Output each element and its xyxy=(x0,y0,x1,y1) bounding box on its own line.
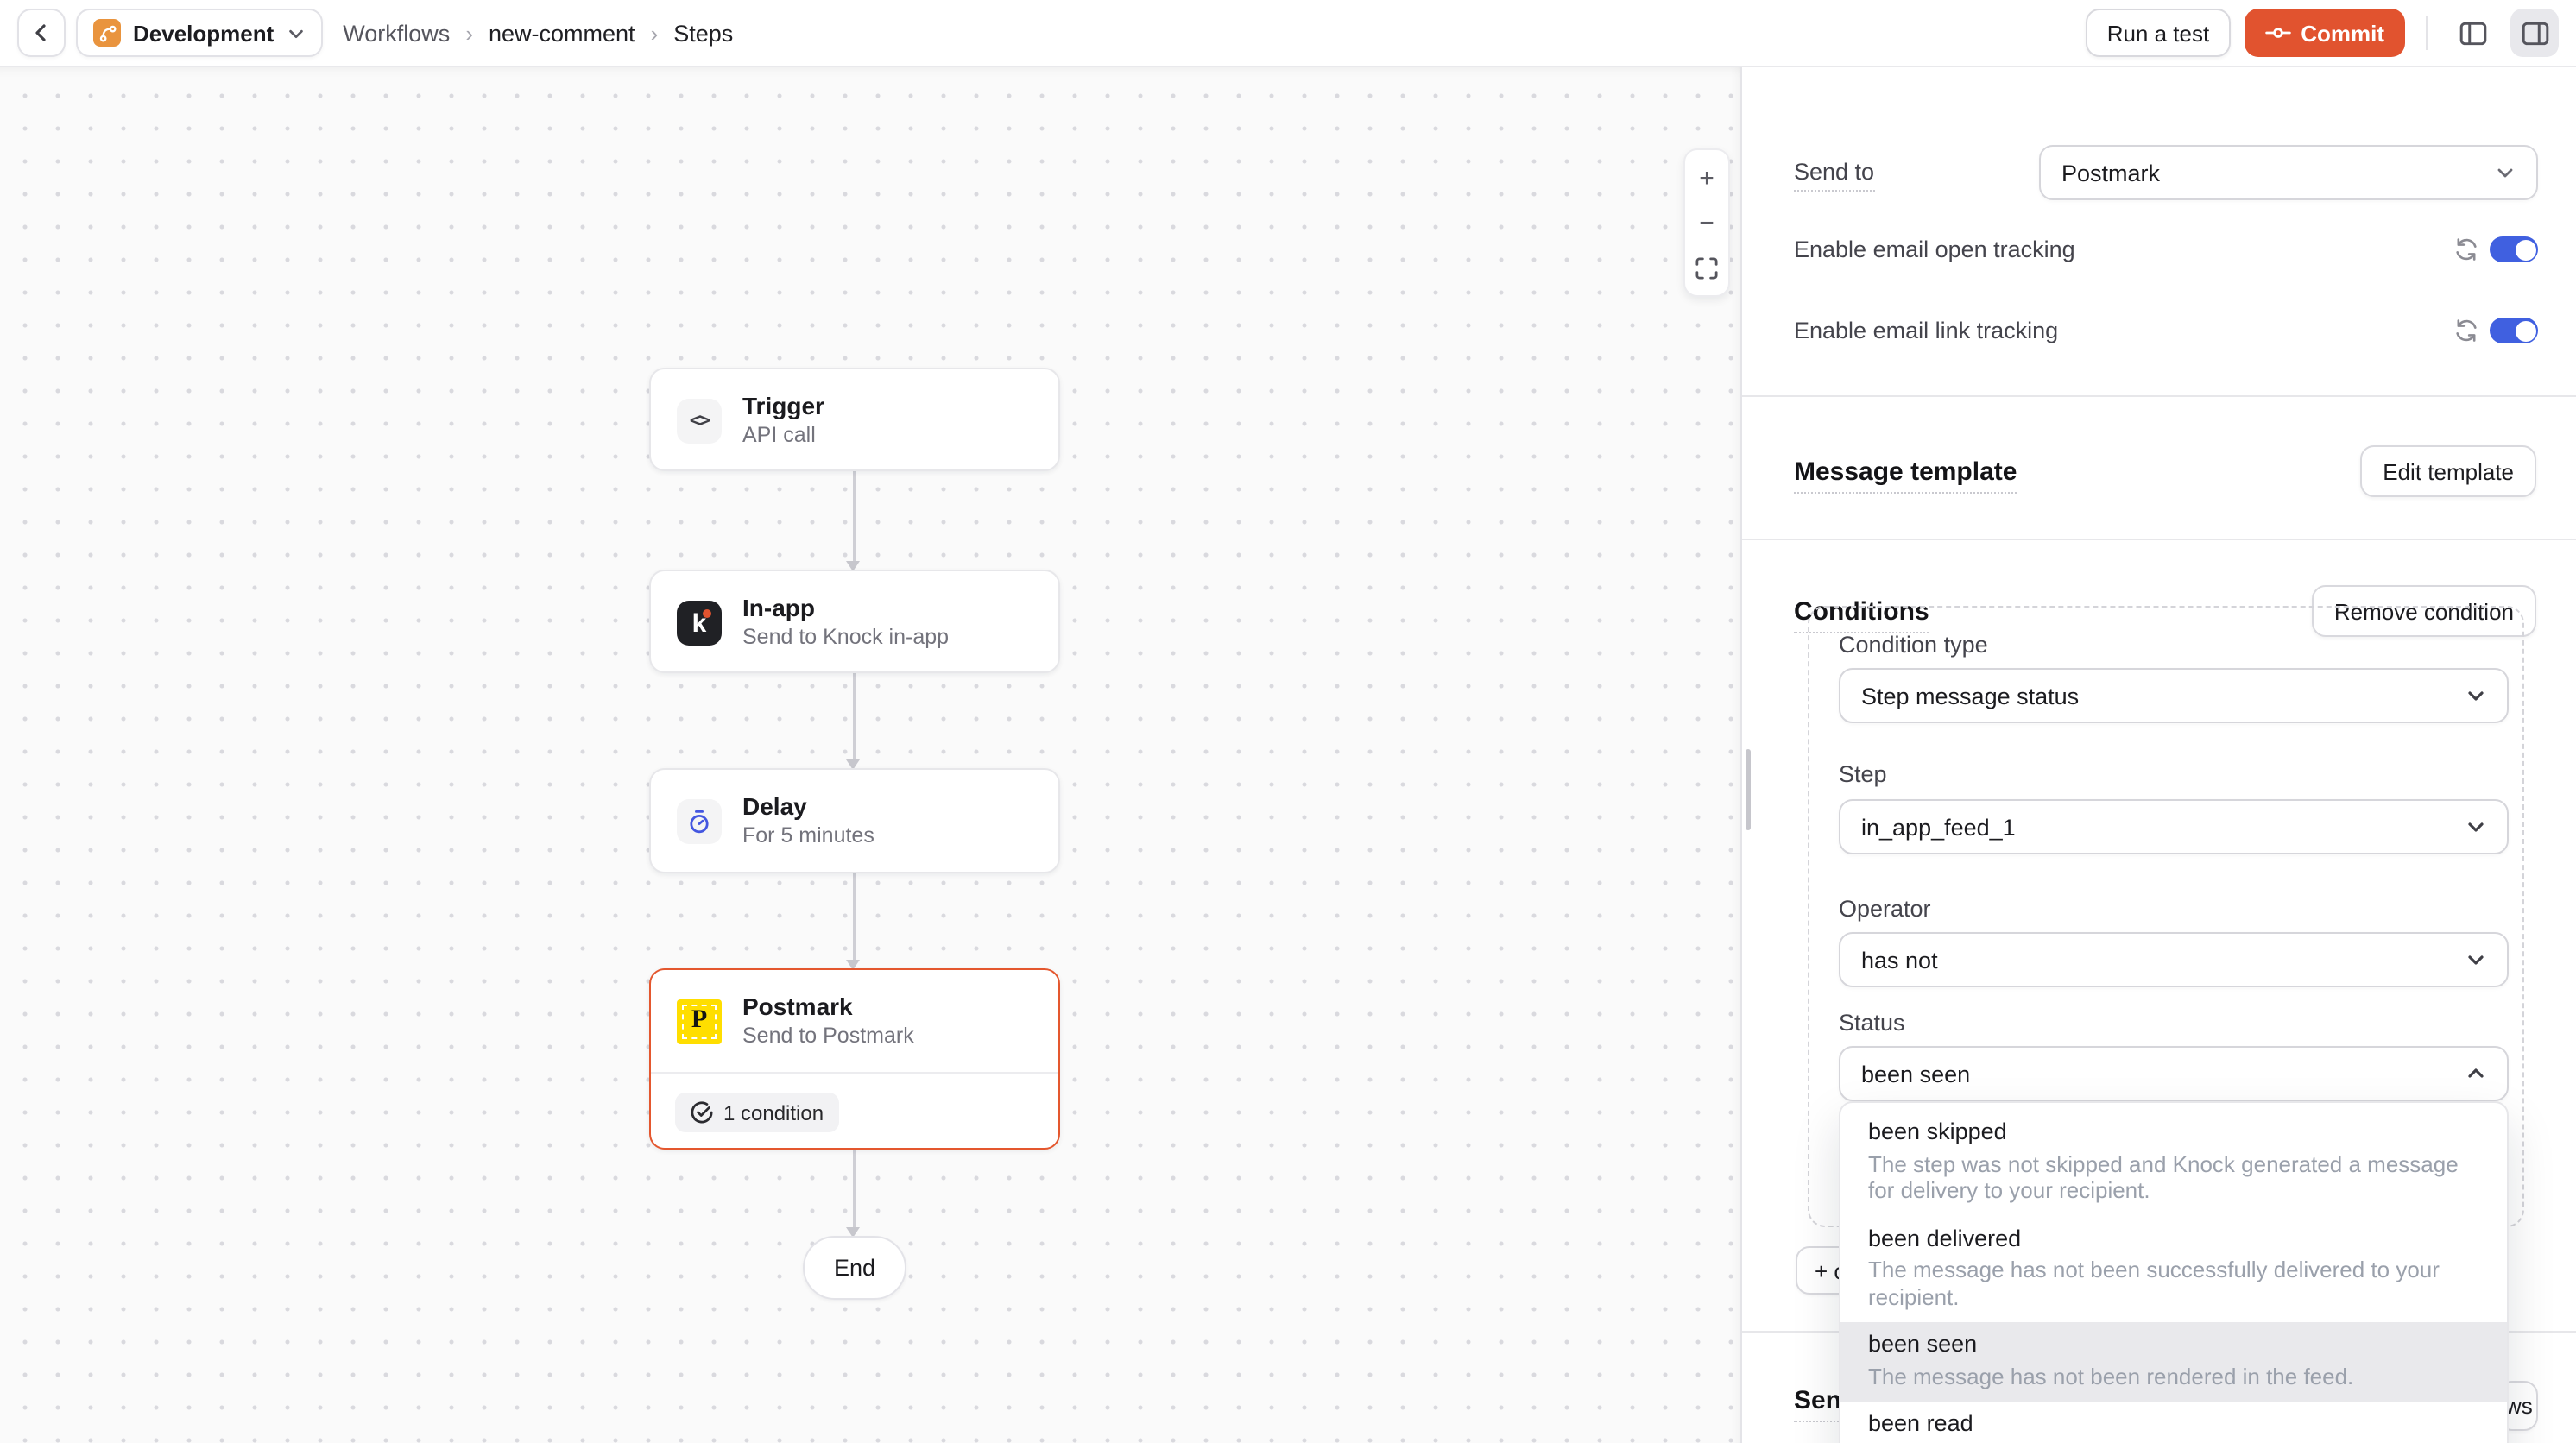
edit-template-button[interactable]: Edit template xyxy=(2360,445,2536,497)
option-label: been read xyxy=(1868,1410,2479,1437)
option-label: been seen xyxy=(1868,1331,2479,1358)
dropdown-option-been-read[interactable]: been read xyxy=(1840,1402,2507,1443)
node-in-app[interactable]: k In-app Send to Knock in-app xyxy=(649,570,1060,673)
option-description: The message has not been rendered in the… xyxy=(1868,1363,2479,1389)
operator-value: has not xyxy=(1861,947,1938,973)
back-button[interactable] xyxy=(17,9,66,57)
breadcrumb-workflows[interactable]: Workflows xyxy=(343,20,450,46)
dropdown-option-been-skipped[interactable]: been skipped The step was not skipped an… xyxy=(1840,1110,2507,1216)
workflow-canvas[interactable]: <> Trigger API call k In-app Send to Kno… xyxy=(0,67,1740,1443)
node-subtitle: For 5 minutes xyxy=(742,823,874,849)
chevron-down-icon xyxy=(2495,162,2516,183)
condition-count-badge: 1 condition xyxy=(675,1093,839,1132)
run-a-test-button[interactable]: Run a test xyxy=(2087,9,2231,57)
option-label: been skipped xyxy=(1868,1118,2479,1145)
condition-type-value: Step message status xyxy=(1861,683,2079,709)
node-title: Delay xyxy=(742,792,874,822)
step-value: in_app_feed_1 xyxy=(1861,814,2016,840)
chevron-down-icon xyxy=(2466,685,2486,706)
operator-label: Operator xyxy=(1839,896,1931,922)
breadcrumb-page: Steps xyxy=(673,20,733,46)
circle-check-icon xyxy=(691,1101,713,1124)
open-tracking-toggle[interactable] xyxy=(2490,236,2538,262)
link-tracking-label: Enable email link tracking xyxy=(1794,318,2058,343)
edge-trigger-inapp xyxy=(853,471,856,563)
toolbar-divider xyxy=(2426,16,2428,50)
breadcrumb-separator: › xyxy=(651,20,659,46)
status-value: been seen xyxy=(1861,1061,1970,1087)
step-label: Step xyxy=(1839,761,1887,787)
condition-type-select[interactable]: Step message status xyxy=(1839,668,2509,723)
chevron-up-icon xyxy=(2466,1063,2486,1084)
condition-count-label: 1 condition xyxy=(723,1100,824,1125)
node-delay[interactable]: Delay For 5 minutes xyxy=(649,768,1060,873)
breadcrumb: Workflows › new-comment › Steps xyxy=(343,20,733,46)
commit-label: Commit xyxy=(2301,20,2384,46)
chevron-left-icon xyxy=(31,22,52,43)
open-tracking-label: Enable email open tracking xyxy=(1794,236,2075,262)
status-label: Status xyxy=(1839,1010,1905,1036)
commit-button[interactable]: Commit xyxy=(2244,9,2405,57)
chevron-down-icon xyxy=(286,23,305,42)
environment-switcher[interactable]: Development xyxy=(76,9,322,57)
breadcrumb-workflow-name[interactable]: new-comment xyxy=(489,20,635,46)
send-to-label: Send to xyxy=(1794,159,1874,191)
node-subtitle: API call xyxy=(742,423,824,449)
section-divider xyxy=(1742,539,2576,540)
option-description: The message has not been successfully de… xyxy=(1868,1257,2479,1310)
condition-type-label: Condition type xyxy=(1839,632,1988,658)
fit-view-button[interactable] xyxy=(1685,245,1728,290)
status-select[interactable]: been seen xyxy=(1839,1046,2509,1101)
panel-right-icon xyxy=(2520,18,2549,47)
option-description: The step was not skipped and Knock gener… xyxy=(1868,1150,2479,1204)
end-label: End xyxy=(834,1255,875,1281)
dropdown-option-been-delivered[interactable]: been delivered The message has not been … xyxy=(1840,1216,2507,1322)
fit-view-icon xyxy=(1695,256,1718,279)
link-tracking-toggle[interactable] xyxy=(2490,318,2538,343)
environment-name: Development xyxy=(133,20,274,46)
postmark-icon: P xyxy=(677,999,722,1043)
node-divider xyxy=(651,1072,1058,1074)
edge-inapp-delay xyxy=(853,673,856,761)
dropdown-option-been-seen[interactable]: been seen The message has not been rende… xyxy=(1840,1322,2507,1402)
reset-icon[interactable] xyxy=(2453,236,2479,271)
stopwatch-icon xyxy=(677,798,722,843)
edge-delay-postmark xyxy=(853,873,856,961)
topbar: Development Workflows › new-comment › St… xyxy=(0,0,2576,67)
node-title: Postmark xyxy=(742,992,914,1022)
step-select[interactable]: in_app_feed_1 xyxy=(1839,799,2509,854)
commit-icon xyxy=(2264,24,2290,41)
node-title: In-app xyxy=(742,594,949,623)
operator-select[interactable]: has not xyxy=(1839,932,2509,987)
chevron-down-icon xyxy=(2466,949,2486,970)
node-subtitle: Send to Postmark xyxy=(742,1024,914,1049)
panel-left-icon xyxy=(2458,18,2487,47)
bottom-section-heading: Sen xyxy=(1794,1386,1841,1421)
send-to-value: Postmark xyxy=(2061,160,2160,186)
node-postmark[interactable]: P Postmark Send to Postmark 1 condition xyxy=(649,968,1060,1150)
code-icon: <> xyxy=(677,398,722,443)
status-dropdown-menu: been skipped The step was not skipped an… xyxy=(1839,1101,2509,1443)
panel-scrollbar[interactable] xyxy=(1745,749,1751,830)
reset-icon[interactable] xyxy=(2453,318,2479,352)
edge-postmark-end xyxy=(853,1150,856,1229)
right-panel-toggle[interactable] xyxy=(2510,9,2559,57)
message-template-heading: Message template xyxy=(1794,457,2017,493)
environment-icon xyxy=(93,19,121,47)
option-label: been delivered xyxy=(1868,1225,2479,1251)
node-end[interactable]: End xyxy=(803,1236,906,1300)
knock-icon: k xyxy=(677,600,722,645)
section-divider xyxy=(1742,395,2576,397)
node-title: Trigger xyxy=(742,392,824,421)
send-to-select[interactable]: Postmark xyxy=(2039,145,2538,200)
node-trigger[interactable]: <> Trigger API call xyxy=(649,368,1060,471)
left-panel-toggle[interactable] xyxy=(2448,9,2497,57)
zoom-controls: + − xyxy=(1683,148,1730,297)
node-subtitle: Send to Knock in-app xyxy=(742,625,949,651)
zoom-in-button[interactable]: + xyxy=(1685,155,1728,200)
breadcrumb-separator: › xyxy=(465,20,473,46)
chevron-down-icon xyxy=(2466,816,2486,837)
zoom-out-button[interactable]: − xyxy=(1685,200,1728,245)
step-settings-panel: Send to Postmark Enable email open track… xyxy=(1740,67,2576,1443)
